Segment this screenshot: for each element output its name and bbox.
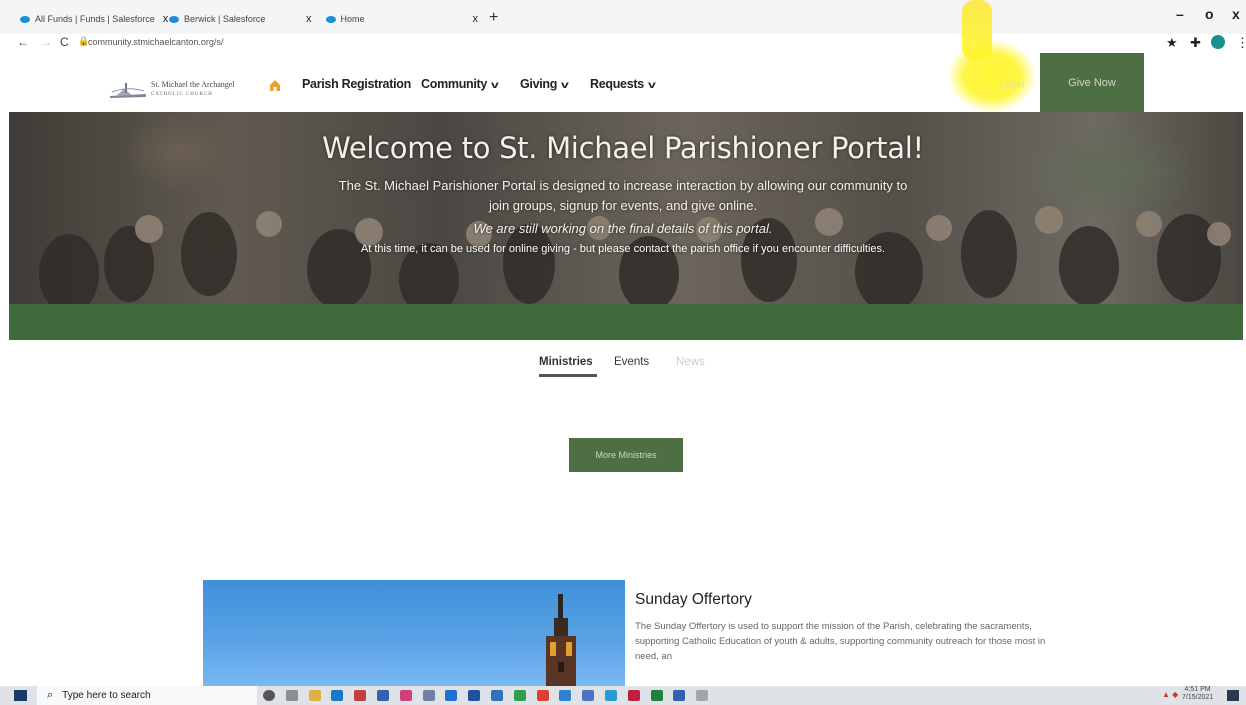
hero-text-line: At this time, it can be used for online … xyxy=(360,243,886,255)
chevron-down-icon: v xyxy=(561,80,569,91)
hero-bottom-band xyxy=(9,304,1243,340)
active-tab-indicator xyxy=(539,374,597,377)
star-icon[interactable]: ★ xyxy=(1166,35,1178,51)
nav-requests[interactable]: Requests v xyxy=(590,77,656,91)
hero-text-line: join groups, signup for events, and give… xyxy=(488,198,758,213)
logo-text: St. Michael the Archangel CATHOLIC CHURC… xyxy=(151,81,235,99)
login-link[interactable]: Login xyxy=(1000,79,1024,90)
app-icon[interactable] xyxy=(650,690,663,701)
app-icon[interactable] xyxy=(559,690,572,701)
clock-date: 7/15/2021 xyxy=(1182,694,1214,701)
tab-label: Berwick | Salesforce xyxy=(184,14,266,24)
home-icon[interactable] xyxy=(268,78,282,92)
windows-start-icon[interactable] xyxy=(14,690,27,701)
nav-label: Community xyxy=(421,77,488,91)
taskbar-apps xyxy=(263,686,863,705)
search-placeholder: Type here to search xyxy=(62,690,151,701)
app-icon[interactable] xyxy=(582,690,595,701)
more-ministries-button[interactable]: More Ministries xyxy=(569,438,683,472)
tab-label: Home xyxy=(340,14,365,24)
browser-tab[interactable]: All Funds | Funds | Salesforce x xyxy=(20,6,168,32)
app-icon[interactable] xyxy=(399,690,412,701)
notification-icon[interactable] xyxy=(1227,690,1239,701)
browser-tab-active[interactable]: x Home x xyxy=(306,6,478,32)
hero-text-line: The St. Michael Parishioner Portal is de… xyxy=(338,178,908,193)
new-tab-button[interactable]: + xyxy=(489,9,498,27)
app-icon[interactable] xyxy=(354,690,367,701)
salesforce-favicon-icon xyxy=(169,15,179,23)
nav-label: Requests xyxy=(590,77,644,91)
logo-subtitle: CATHOLIC CHURCH xyxy=(151,92,213,97)
highlighter-mark xyxy=(948,40,1036,112)
nav-parish-registration[interactable]: Parish Registration xyxy=(302,77,411,91)
app-icon[interactable] xyxy=(445,690,458,701)
close-tab-icon[interactable]: x xyxy=(306,13,312,25)
offertory-title[interactable]: Sunday Offertory xyxy=(635,591,752,609)
app-icon[interactable] xyxy=(696,690,709,701)
close-window-button[interactable]: x xyxy=(1232,6,1240,22)
search-icon: ⌕ xyxy=(47,689,54,701)
give-now-button[interactable]: Give Now xyxy=(1040,53,1144,113)
taskbar-search[interactable]: ⌕ Type here to search xyxy=(37,686,257,705)
app-icon[interactable] xyxy=(490,690,503,701)
chevron-down-icon: v xyxy=(647,80,656,91)
clock-time: 4:51 PM xyxy=(1184,686,1211,693)
url-field[interactable]: community.stmichaelcanton.org/s/ xyxy=(88,37,223,47)
app-icon[interactable] xyxy=(673,690,686,701)
browser-tab[interactable]: Berwick | Salesforce xyxy=(169,6,265,32)
minimize-button[interactable]: – xyxy=(1176,6,1184,22)
menu-icon[interactable]: ⋮ xyxy=(1236,35,1246,51)
parish-logo[interactable]: St. Michael the Archangel CATHOLIC CHURC… xyxy=(108,78,248,102)
edge-icon[interactable] xyxy=(331,690,344,701)
logo-name: St. Michael the Archangel xyxy=(151,80,235,89)
forward-button[interactable]: → xyxy=(40,35,52,49)
chrome-icon[interactable] xyxy=(536,690,549,701)
app-icon[interactable] xyxy=(422,690,435,701)
nav-label: Parish Registration xyxy=(302,77,411,91)
task-view-icon[interactable] xyxy=(263,690,275,701)
church-logo-icon xyxy=(108,80,148,100)
tab-news[interactable]: News xyxy=(676,356,705,368)
offertory-description: The Sunday Offertory is used to support … xyxy=(635,621,1046,662)
tab-events[interactable]: Events xyxy=(614,356,649,368)
close-tab-icon[interactable]: x xyxy=(473,13,479,25)
app-icon[interactable] xyxy=(627,690,640,701)
restore-button[interactable]: o xyxy=(1205,6,1214,22)
app-icon[interactable] xyxy=(376,690,389,701)
taskbar-clock[interactable]: 4:51 PM 7/15/2021 xyxy=(1182,686,1213,702)
app-icon[interactable] xyxy=(604,690,617,701)
church-steeple-image xyxy=(546,594,576,686)
close-tab-icon[interactable]: x xyxy=(163,13,169,25)
salesforce-favicon-icon xyxy=(20,15,30,23)
tab-label: All Funds | Funds | Salesforce xyxy=(35,14,155,24)
tab-ministries[interactable]: Ministries xyxy=(539,356,593,368)
app-icon[interactable] xyxy=(468,690,481,701)
hero-title: Welcome to St. Michael Parishioner Porta… xyxy=(322,131,924,165)
nav-community[interactable]: Community v xyxy=(421,77,499,91)
chevron-down-icon: v xyxy=(491,80,499,91)
system-tray-icons[interactable]: ▲ ◆ xyxy=(1162,690,1178,699)
nav-label: Giving xyxy=(520,77,558,91)
hero-text-line: We are still working on the final detail… xyxy=(473,221,773,236)
app-icon[interactable] xyxy=(513,690,526,701)
app-icon[interactable] xyxy=(285,690,298,701)
nav-giving[interactable]: Giving v xyxy=(520,77,569,91)
back-button[interactable]: ← xyxy=(17,35,29,49)
profile-avatar[interactable] xyxy=(1211,35,1225,49)
extensions-icon[interactable]: ✚ xyxy=(1190,35,1201,51)
reload-button[interactable]: C xyxy=(60,35,69,49)
file-explorer-icon[interactable] xyxy=(308,690,321,701)
offertory-image[interactable] xyxy=(203,580,625,686)
salesforce-favicon-icon xyxy=(325,15,336,23)
